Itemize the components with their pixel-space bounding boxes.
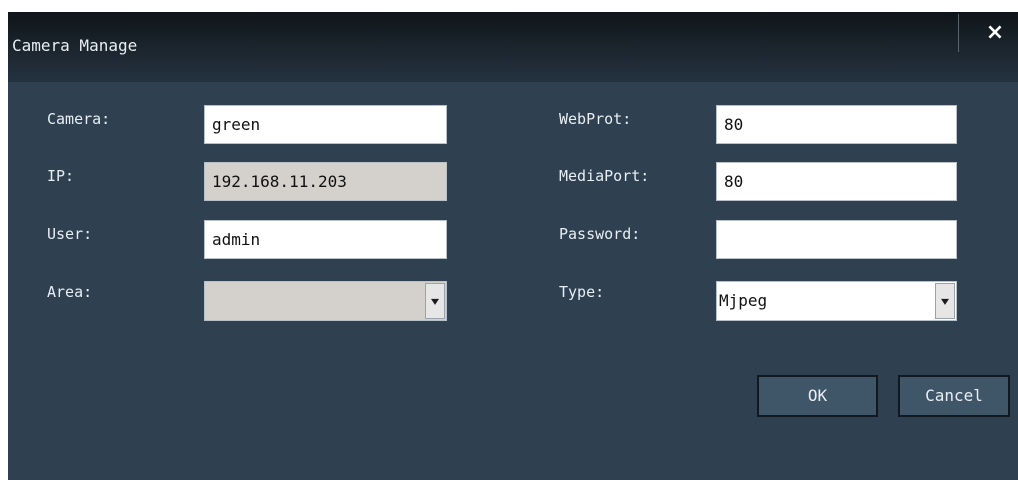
ok-button[interactable]: OK xyxy=(757,375,878,417)
area-dropdown-button[interactable] xyxy=(425,283,445,319)
type-select[interactable]: Mjpeg xyxy=(716,281,957,321)
mediaport-field[interactable]: 80 xyxy=(716,162,957,201)
type-select-value: Mjpeg xyxy=(719,291,768,310)
user-field[interactable]: admin xyxy=(204,220,447,259)
user-label: User: xyxy=(47,225,93,243)
password-field[interactable] xyxy=(716,220,957,259)
type-label: Type: xyxy=(559,283,605,301)
camera-manage-dialog: Camera Manage × Camera: green IP: 192.16… xyxy=(8,12,1018,480)
chevron-down-icon xyxy=(941,298,949,305)
camera-label: Camera: xyxy=(47,110,111,128)
chevron-down-icon xyxy=(431,298,439,305)
close-icon[interactable]: × xyxy=(980,18,1010,48)
dialog-titlebar: Camera Manage × xyxy=(8,12,1018,82)
mediaport-label: MediaPort: xyxy=(559,167,650,185)
area-label: Area: xyxy=(47,283,93,301)
titlebar-separator xyxy=(958,14,959,52)
cancel-button[interactable]: Cancel xyxy=(898,375,1010,417)
type-dropdown-button[interactable] xyxy=(935,283,955,319)
webport-label: WebProt: xyxy=(559,110,632,128)
ip-label: IP: xyxy=(47,167,75,185)
ip-field: 192.168.11.203 xyxy=(204,162,447,201)
camera-name-field[interactable]: green xyxy=(204,105,447,144)
password-label: Password: xyxy=(559,225,641,243)
dialog-title: Camera Manage xyxy=(12,36,138,55)
webport-field[interactable]: 80 xyxy=(716,105,957,144)
area-select[interactable] xyxy=(204,281,447,321)
